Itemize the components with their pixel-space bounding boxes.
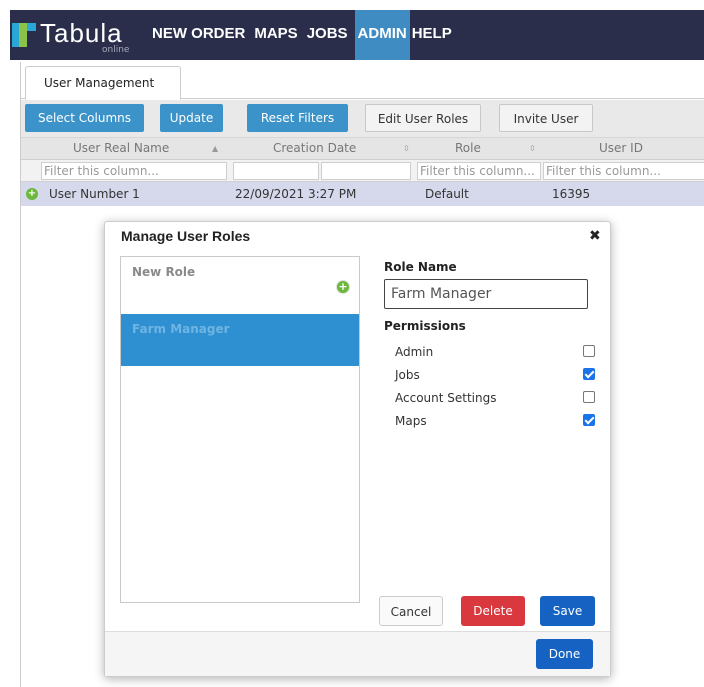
top-nav-bar: Tabula online NEW ORDER MAPS JOBS ADMIN … xyxy=(10,10,704,60)
update-button[interactable]: Update xyxy=(160,104,223,132)
permission-label-maps: Maps xyxy=(395,414,427,428)
edit-user-roles-button[interactable]: Edit User Roles xyxy=(365,104,481,132)
permission-label-admin: Admin xyxy=(395,345,434,359)
tab-strip: User Management xyxy=(21,62,704,100)
logo-subtext: online xyxy=(102,45,130,55)
add-role-icon[interactable]: + xyxy=(336,280,350,294)
grid-filter-row: Filter this column... Filter this column… xyxy=(21,160,704,182)
filter-input-user-real-name[interactable]: Filter this column... xyxy=(41,162,227,180)
role-item-label: Farm Manager xyxy=(132,322,230,336)
logo-text[interactable]: Tabula xyxy=(40,19,123,47)
column-header-user-real-name[interactable]: User Real Name xyxy=(73,138,169,160)
permission-checkbox-admin[interactable] xyxy=(583,345,595,357)
column-header-user-id[interactable]: User ID xyxy=(599,138,643,160)
new-role-label: New Role xyxy=(132,265,196,279)
sort-icon[interactable]: ⇳ xyxy=(529,138,536,160)
role-list: New Role + Farm Manager xyxy=(120,256,360,603)
dialog-footer: Done xyxy=(105,631,610,676)
list-item-farm-manager[interactable]: Farm Manager xyxy=(121,314,359,366)
permission-checkbox-maps[interactable] xyxy=(583,414,595,426)
permission-label-account-settings: Account Settings xyxy=(395,391,497,405)
save-button[interactable]: Save xyxy=(540,596,595,626)
table-row[interactable]: + User Number 1 22/09/2021 3:27 PM Defau… xyxy=(21,182,704,206)
nav-admin[interactable]: ADMIN xyxy=(354,10,410,60)
cell-creation-date: 22/09/2021 3:27 PM xyxy=(235,187,357,201)
dialog-title: Manage User Roles xyxy=(121,228,251,244)
cell-role: Default xyxy=(425,187,469,201)
reset-filters-button[interactable]: Reset Filters xyxy=(247,104,348,132)
cancel-button[interactable]: Cancel xyxy=(379,596,443,626)
manage-user-roles-dialog: Manage User Roles ✖ New Role + Farm Mana… xyxy=(104,221,611,677)
permission-label-jobs: Jobs xyxy=(395,368,420,382)
filter-input-creation-date[interactable] xyxy=(233,162,319,180)
done-button[interactable]: Done xyxy=(536,639,593,669)
sort-asc-icon[interactable]: ▲ xyxy=(212,138,218,160)
nav-jobs[interactable]: JOBS xyxy=(305,10,350,60)
column-header-creation-date[interactable]: Creation Date xyxy=(273,138,356,160)
delete-button[interactable]: Delete xyxy=(461,596,525,626)
nav-new-order[interactable]: NEW ORDER xyxy=(150,10,247,60)
invite-user-button[interactable]: Invite User xyxy=(499,104,593,132)
grid-toolbar: Select Columns Update Reset Filters Edit… xyxy=(21,100,704,138)
nav-maps[interactable]: MAPS xyxy=(252,10,299,60)
filter-input-role[interactable]: Filter this column... xyxy=(417,162,541,180)
sort-icon[interactable]: ⇳ xyxy=(403,138,410,160)
main-nav: NEW ORDER MAPS JOBS ADMIN HELP xyxy=(150,10,454,60)
role-name-label: Role Name xyxy=(384,260,457,274)
filter-input-creation-date-end[interactable] xyxy=(321,162,411,180)
expand-row-icon[interactable]: + xyxy=(26,188,38,200)
permission-checkbox-jobs[interactable] xyxy=(583,368,595,380)
permissions-label: Permissions xyxy=(384,319,466,333)
role-name-input[interactable] xyxy=(384,279,588,309)
close-icon[interactable]: ✖ xyxy=(589,228,601,244)
permission-checkbox-account-settings[interactable] xyxy=(583,391,595,403)
list-item-new-role[interactable]: New Role + xyxy=(121,257,359,313)
cell-user-real-name: User Number 1 xyxy=(49,187,140,201)
column-header-role[interactable]: Role xyxy=(455,138,481,160)
filter-input-user-id[interactable]: Filter this column... xyxy=(543,162,704,180)
tabula-logo-icon xyxy=(12,23,36,47)
nav-help[interactable]: HELP xyxy=(410,10,454,60)
cell-user-id: 16395 xyxy=(552,187,591,201)
tab-user-management[interactable]: User Management xyxy=(25,66,181,100)
select-columns-button[interactable]: Select Columns xyxy=(25,104,144,132)
grid-header-row: User Real Name ▲ Creation Date ⇳ Role ⇳ … xyxy=(21,138,704,160)
